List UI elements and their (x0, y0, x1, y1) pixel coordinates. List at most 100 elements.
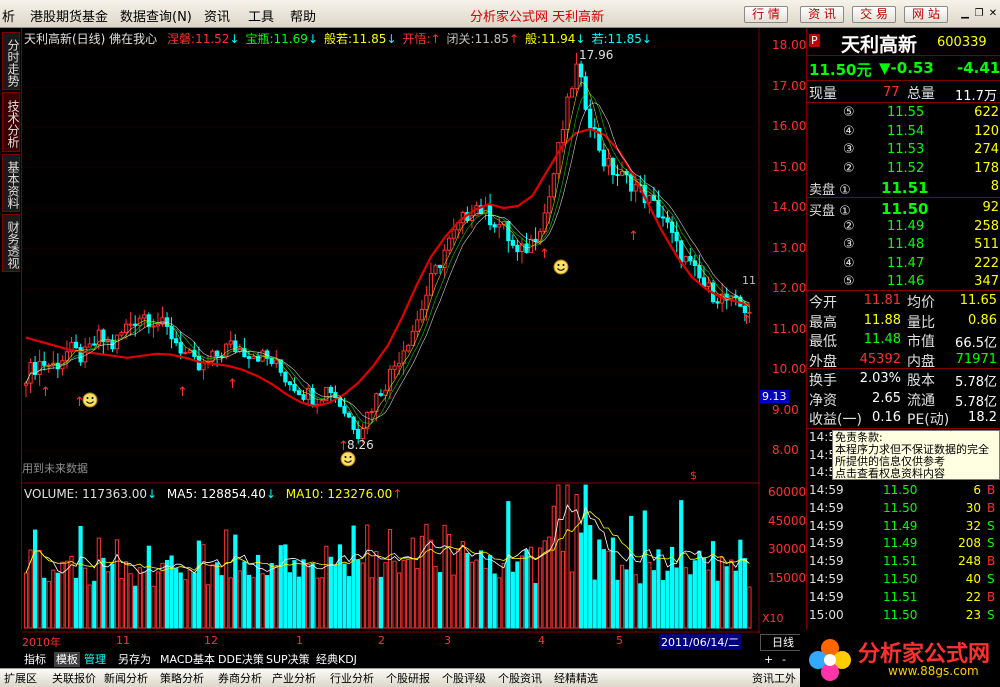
volume-bar (146, 545, 151, 629)
candle-body (451, 229, 456, 239)
tab-kdj[interactable]: 经典KDJ (316, 652, 357, 667)
status-tab[interactable]: 策略分析 (160, 671, 204, 686)
tab-manage[interactable]: 管理 (84, 652, 106, 667)
candle-body (196, 355, 202, 371)
tab-sup[interactable]: SUP决策 (266, 652, 310, 667)
status-tab[interactable]: 个股评级 (442, 671, 486, 686)
status-tab[interactable]: 行业分析 (330, 671, 374, 686)
x-axis-label: 2 (378, 634, 385, 647)
status-tab[interactable]: 产业分析 (272, 671, 316, 686)
candle-body (155, 323, 161, 327)
status-tab[interactable]: 关联报价 (52, 671, 96, 686)
stat-label: 最高 (809, 314, 837, 331)
status-tab[interactable]: 经精精选 (554, 671, 598, 686)
status-tab[interactable]: 新闻分析 (104, 671, 148, 686)
chart-canvas[interactable]: ↑ ↑ ↑ ↑ ↑ ↑ ↑ ↑ (22, 28, 760, 634)
header-item-arrow: ↓ (307, 32, 318, 46)
header-item-value: 11.69 (273, 32, 308, 46)
tab-indicators[interactable]: 指标 (24, 652, 46, 667)
menu-data-query[interactable]: 数据查询(N) (120, 6, 192, 25)
ask-volume: 622 (974, 105, 999, 120)
kline-chart[interactable]: ↑ ↑ ↑ ↑ ↑ ↑ ↑ ↑ 天利高新(日线) 佛在我心 涅磐:11.52↓ 宝瓶:11.69… (22, 28, 760, 650)
volume-header: VOLUME: 117363.00↓ MA5: 128854.40↓ MA10:… (24, 487, 402, 501)
candle-body (133, 323, 138, 326)
stat-label: 最低 (809, 334, 837, 350)
volume-bar (733, 570, 738, 629)
disclaimer-tooltip[interactable]: 免责条款: 本程序力求但不保证数据的完全 所提供的信息仅供参考 点击查看权息资料… (832, 430, 1000, 480)
status-tab[interactable]: 券商分析 (218, 671, 262, 686)
zoom-in-button[interactable]: + (764, 652, 773, 667)
pct-change: -4.41 (957, 59, 1000, 77)
menu-news[interactable]: 资讯 (204, 6, 230, 25)
volume-bar (265, 575, 270, 629)
tab-fundamentals[interactable]: 基本资料 (2, 154, 20, 212)
website-button[interactable]: 网 站 (904, 6, 948, 23)
tab-technical[interactable]: 技术分析 (2, 92, 20, 152)
buy-signal-arrow-icon: ↑ (628, 229, 639, 244)
volume-bar (501, 563, 506, 629)
header-item-label: 般: (525, 32, 542, 46)
volume-bar (260, 573, 265, 629)
restore-icon[interactable]: ❐ (972, 8, 986, 21)
close-icon[interactable]: ✕ (986, 8, 1000, 21)
ask-level-label: ② (843, 160, 855, 176)
tick-price: 11.50 (883, 607, 918, 622)
indicator-tab-bar: 指标 模板 管理 另存为 MACD基本 DDE决策 SUP决策 经典KDJ (0, 651, 760, 668)
tick-time: 15:00 (809, 607, 844, 622)
candle-body (569, 88, 575, 98)
tab-macd[interactable]: MACD基本 (160, 652, 215, 667)
status-tab[interactable]: 扩展区 (4, 671, 37, 686)
tab-dde[interactable]: DDE决策 (218, 652, 264, 667)
buy-signal-arrow-icon: ↑ (177, 385, 188, 400)
header-item: 般若:11.85↓ (324, 32, 396, 46)
status-tab[interactable]: 个股研报 (386, 671, 430, 686)
menu-help[interactable]: 帮助 (290, 6, 316, 25)
volume-bar (328, 556, 333, 629)
volume-bar (401, 559, 406, 629)
tab-save-as[interactable]: 另存为 (118, 652, 151, 667)
price-tick-label: 14.00 (772, 200, 807, 214)
stat-label: PE(动) (907, 412, 950, 428)
minimize-icon[interactable]: ▁ (958, 8, 972, 21)
volume-bar (64, 560, 70, 629)
tab-templates[interactable]: 模板 (54, 652, 80, 667)
volume-bar (474, 559, 479, 629)
volume-bar (114, 539, 120, 629)
candle-body (119, 331, 124, 336)
menu-tools[interactable]: 工具 (248, 6, 274, 25)
tab-financials[interactable]: 财务透视 (2, 214, 20, 272)
tick-direction: S (987, 536, 995, 551)
volume-bar (606, 550, 611, 629)
header-item-label: 开悟: (402, 32, 431, 46)
quote-button[interactable]: 行 情 (744, 6, 788, 23)
menu-hk-futures[interactable]: 港股期货基金 (30, 6, 108, 25)
smiley-icon (82, 392, 98, 408)
zongliang-label: 总量 (907, 86, 935, 102)
volume-bar (164, 559, 170, 629)
tick-direction: S (987, 607, 995, 622)
tick-time: 14:59 (809, 500, 844, 515)
menu-analysis[interactable]: 析 (2, 6, 15, 25)
volume-bar (356, 559, 361, 629)
candle-body (342, 405, 347, 414)
status-tab[interactable]: 个股资讯 (498, 671, 542, 686)
volume-bar (615, 579, 620, 629)
volume-multiplier: X10 (762, 612, 784, 625)
ma10-arrow: ↑ (392, 487, 403, 501)
trade-button[interactable]: 交 易 (852, 6, 896, 23)
candle-body (688, 256, 693, 262)
bid-volume: 511 (974, 237, 999, 252)
status-news-tools[interactable]: 资讯工外 (752, 671, 796, 686)
volume-bar (437, 572, 443, 629)
zoom-out-button[interactable]: - (782, 652, 786, 667)
tab-intraday[interactable]: 分时走势 (2, 32, 20, 90)
volume-bar (674, 567, 679, 629)
ma5-arrow: ↓ (265, 487, 276, 501)
candle-body (251, 355, 256, 359)
volume-bar (342, 563, 347, 629)
tick-volume: 40 (965, 572, 981, 586)
candle-body (656, 199, 661, 218)
stat-value: 11.81 (863, 293, 901, 308)
news-button[interactable]: 资 讯 (800, 6, 844, 23)
volume-bar (442, 524, 447, 629)
